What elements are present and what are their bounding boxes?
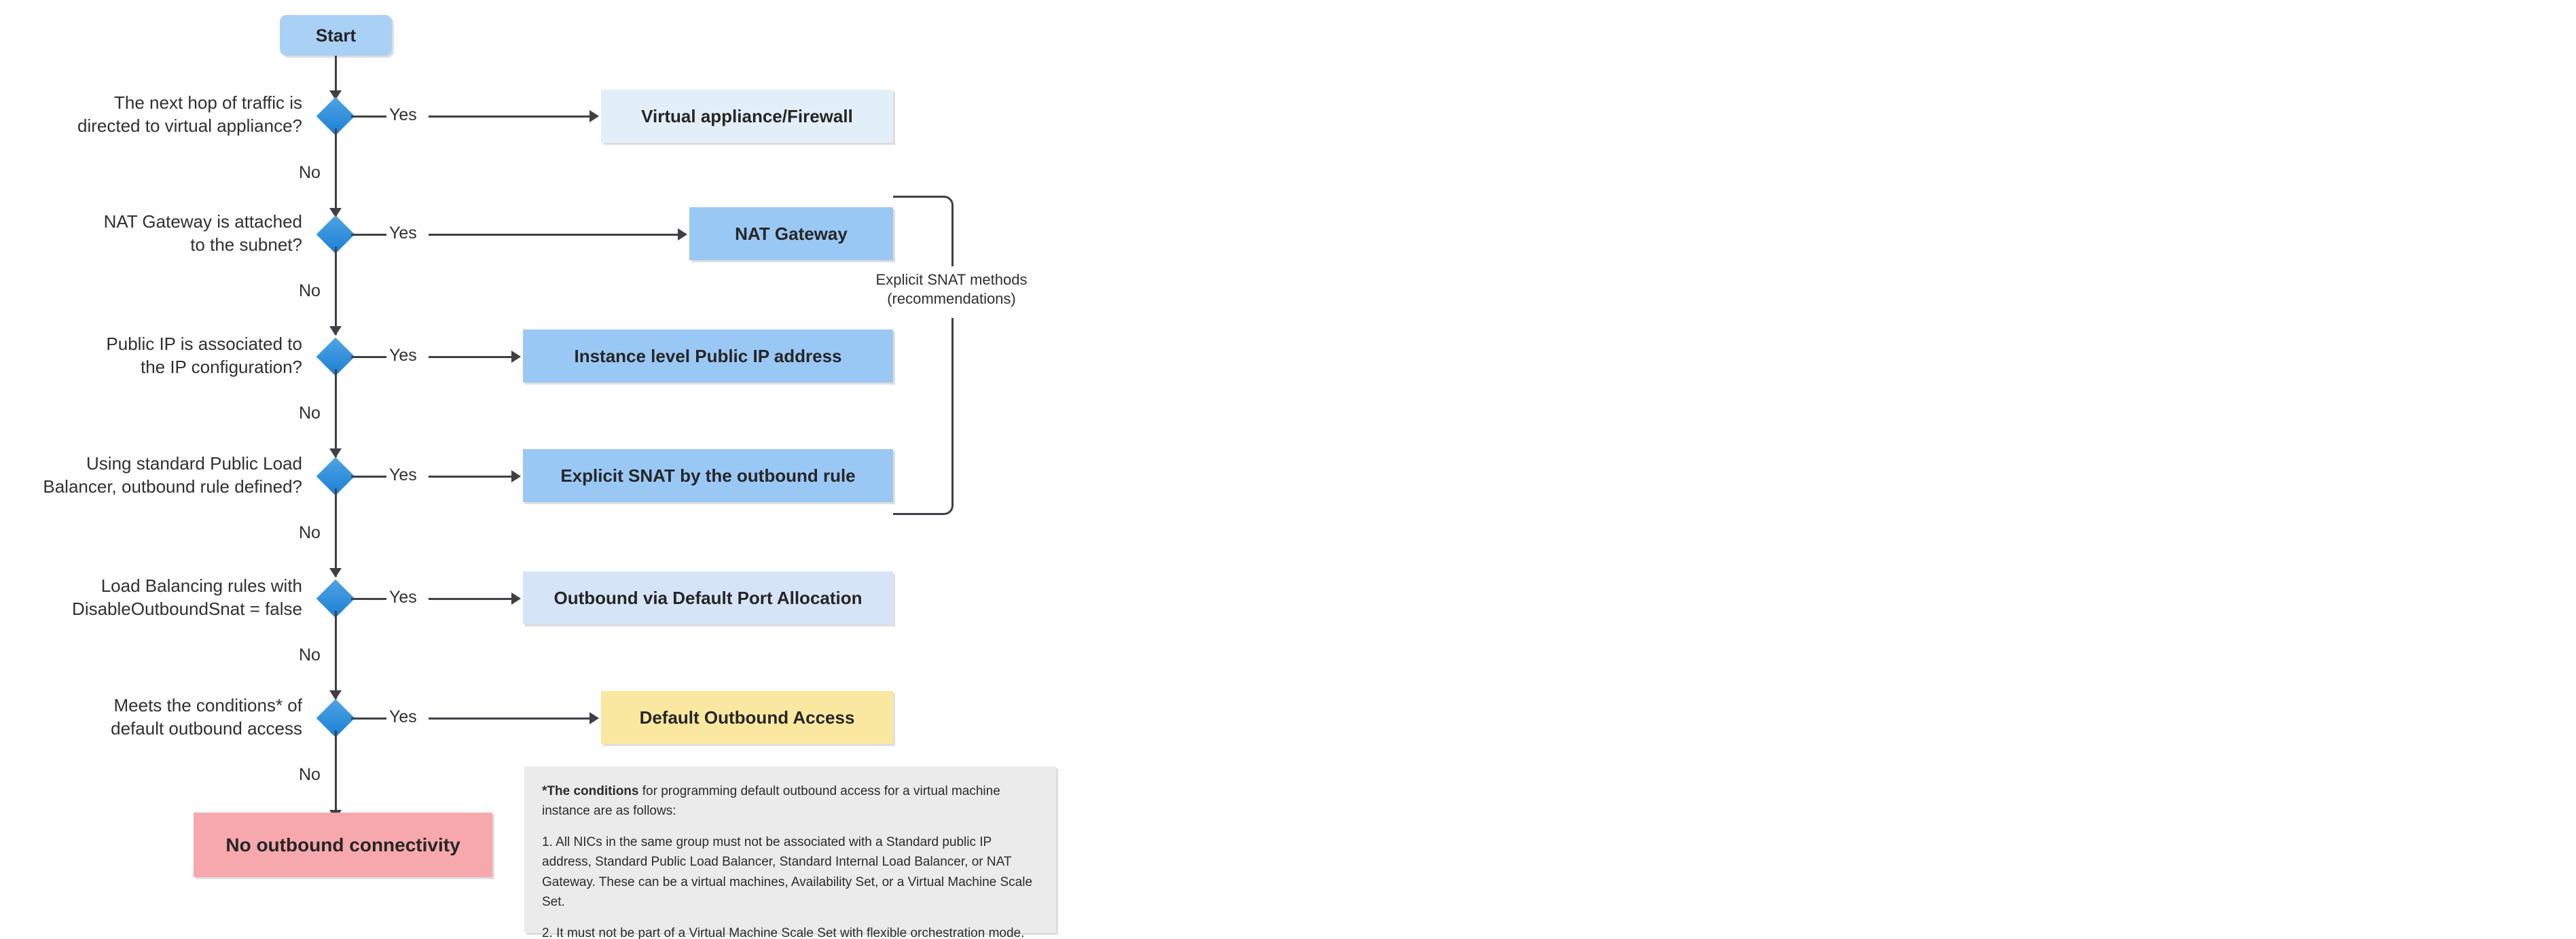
annotation-explicit-snat-methods: Explicit SNAT methods (recommendations)	[875, 271, 1028, 307]
edge-label-d6-no: No	[299, 765, 321, 784]
node-explicit-snat-outbound-rule-label: Explicit SNAT by the outbound rule	[560, 465, 856, 486]
node-no-outbound-connectivity-label: No outbound connectivity	[225, 834, 460, 855]
node-instance-level-public-ip-label: Instance level Public IP address	[574, 345, 842, 366]
node-default-outbound-access-label: Default Outbound Access	[639, 707, 855, 728]
node-start-label: Start	[315, 24, 357, 46]
node-virtual-appliance-firewall[interactable]: Virtual appliance/Firewall	[601, 90, 893, 143]
arrowhead-d2-no	[329, 326, 342, 336]
connector-d4-no	[335, 489, 337, 577]
node-outbound-default-port-allocation[interactable]: Outbound via Default Port Allocation	[523, 571, 893, 624]
edge-label-d1-yes: Yes	[389, 105, 417, 124]
decision-default-outbound-conditions-question: Meets the conditions* of default outboun…	[111, 695, 302, 739]
decision-nat-gateway-question: NAT Gateway is attached to the subnet?	[103, 211, 302, 255]
node-start[interactable]: Start	[280, 15, 392, 56]
arrowhead-d3-yes	[511, 351, 521, 363]
edge-label-d3-no: No	[299, 404, 321, 423]
connector-d5-no	[335, 611, 337, 699]
edge-label-d3-yes: Yes	[389, 346, 417, 365]
connector-d5-yes-2	[429, 598, 514, 600]
connector-start-to-d1	[335, 56, 337, 93]
edge-label-d4-yes: Yes	[389, 465, 417, 484]
note-intro: *The conditions for programming default …	[542, 781, 1038, 821]
node-default-outbound-access[interactable]: Default Outbound Access	[601, 691, 893, 744]
connector-d1-yes-2	[429, 116, 592, 118]
edge-label-d5-yes: Yes	[389, 588, 417, 607]
arrowhead-d6-yes	[589, 712, 599, 724]
arrowhead-d4-yes	[511, 470, 521, 482]
decision-outbound-rule-question: Using standard Public Load Balancer, out…	[43, 453, 302, 497]
bracket-explicit-snat-vertical-bottom	[951, 318, 954, 503]
connector-d4-yes	[351, 476, 386, 478]
connector-d6-yes	[351, 717, 386, 720]
arrowhead-d2-yes	[678, 228, 687, 241]
connector-d5-yes	[351, 598, 386, 600]
note-intro-bold: *The conditions	[542, 784, 639, 798]
connector-d3-yes	[351, 356, 386, 358]
node-nat-gateway[interactable]: NAT Gateway	[689, 207, 893, 260]
decision-next-hop-question: The next hop of traffic is directed to v…	[77, 92, 302, 136]
connector-d2-yes	[351, 234, 386, 236]
note-item-1: 1. All NICs in the same group must not b…	[542, 834, 1033, 910]
connector-d3-yes-2	[429, 356, 514, 358]
flowchart-canvas: Start The next hop of traffic is directe…	[0, 0, 2576, 939]
connector-d4-yes-2	[429, 476, 514, 478]
arrowhead-d1-yes	[589, 110, 599, 122]
node-instance-level-public-ip[interactable]: Instance level Public IP address	[523, 330, 893, 383]
edge-label-d6-yes: Yes	[389, 707, 417, 726]
connector-d6-no	[335, 730, 337, 819]
bracket-explicit-snat-vertical-top	[951, 222, 954, 266]
connector-d6-yes-2	[429, 717, 592, 720]
connector-d1-yes	[351, 116, 386, 118]
decision-disable-outbound-snat-question: Load Balancing rules with DisableOutboun…	[72, 575, 302, 619]
edge-label-d2-no: No	[299, 281, 321, 300]
decision-public-ip-question: Public IP is associated to the IP config…	[106, 334, 302, 377]
edge-label-d5-no: No	[299, 645, 321, 665]
edge-label-d4-no: No	[299, 523, 321, 542]
connector-d1-no	[335, 128, 337, 217]
conditions-note-panel: *The conditions for programming default …	[524, 766, 1056, 939]
node-explicit-snat-outbound-rule[interactable]: Explicit SNAT by the outbound rule	[523, 449, 893, 502]
edge-label-d1-no: No	[299, 163, 321, 182]
bracket-explicit-snat-top-corner	[893, 196, 954, 223]
node-outbound-default-port-allocation-label: Outbound via Default Port Allocation	[554, 587, 863, 608]
connector-d2-no	[335, 247, 337, 335]
node-nat-gateway-label: NAT Gateway	[735, 223, 848, 244]
connector-d3-no	[335, 369, 337, 457]
edge-label-d2-yes: Yes	[389, 224, 417, 243]
note-item-2: 2. It must not be part of a Virtual Mach…	[542, 925, 1025, 939]
connector-d2-yes-2	[429, 234, 681, 236]
bracket-explicit-snat-bottom-corner	[893, 488, 954, 515]
arrowhead-d4-no	[329, 568, 342, 578]
node-no-outbound-connectivity[interactable]: No outbound connectivity	[194, 813, 492, 877]
arrowhead-d5-yes	[511, 592, 521, 605]
node-virtual-appliance-firewall-label: Virtual appliance/Firewall	[641, 105, 853, 126]
